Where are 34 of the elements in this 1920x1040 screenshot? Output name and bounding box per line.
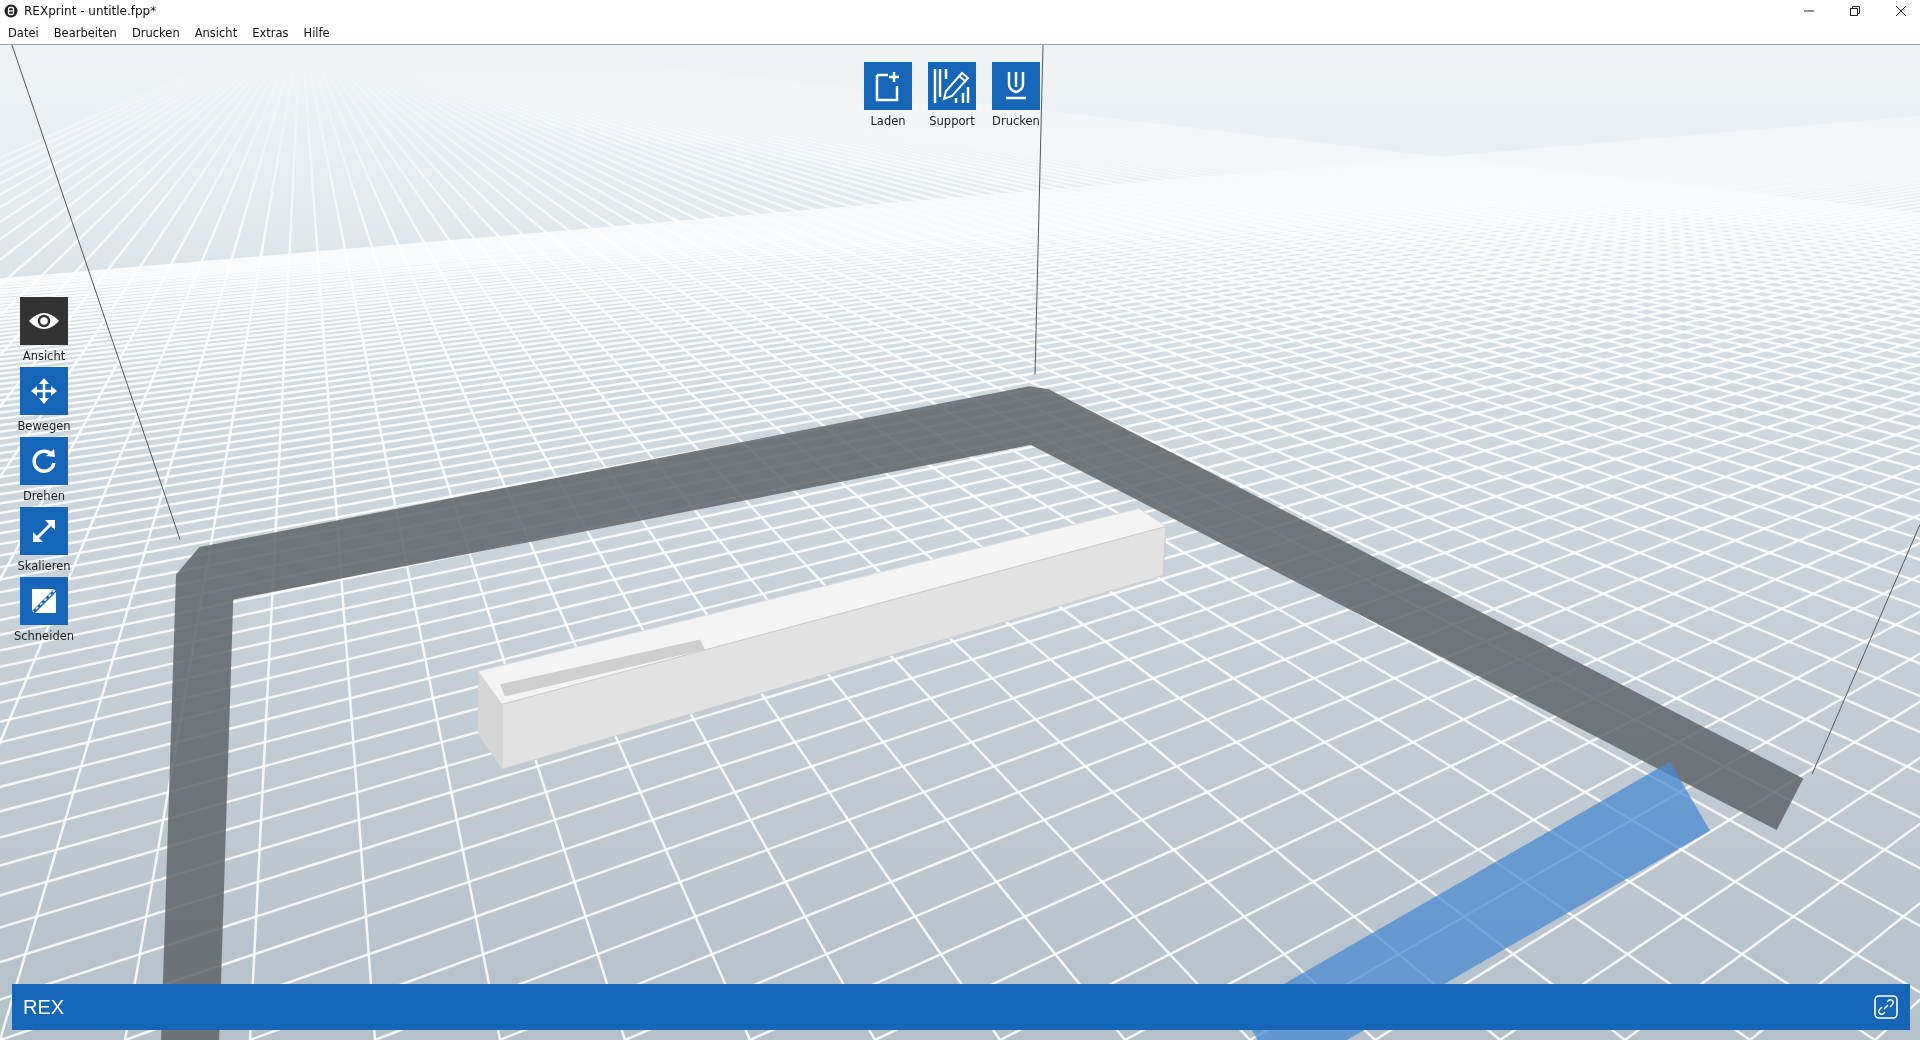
tool-button[interactable] [20,507,68,555]
menu-item[interactable]: Datei [8,26,39,40]
menu-item[interactable]: Extras [252,26,289,40]
diagonal-arrow-icon [30,517,58,545]
toolbar-button[interactable] [992,62,1040,110]
menu-item[interactable]: Ansicht [194,26,238,40]
tool-label: Drehen [22,489,66,503]
toolbar-button[interactable] [864,62,912,110]
tool-button[interactable] [20,577,68,625]
toolbar-label: Support [929,114,975,128]
menu-item[interactable]: Drucken [131,26,180,40]
menu-item[interactable]: Bearbeiten [53,26,117,40]
window-title: REXprint - untitle.fpp* [24,4,158,18]
toolbar-label: Laden [870,114,906,128]
tool-button[interactable] [20,367,68,415]
toolbar-button[interactable] [928,62,976,110]
cut-plane-icon [30,587,58,615]
menu-item[interactable]: Hilfe [303,26,330,40]
move-arrows-icon [30,377,58,405]
tool-button[interactable] [20,437,68,485]
tool-button[interactable] [20,297,68,345]
tool-label: Ansicht [22,349,66,363]
close-icon[interactable] [1896,6,1906,16]
app-logo-icon [4,4,18,18]
eye-icon [28,311,60,331]
tool-label: Schneiden [13,629,75,643]
tool-label: Bewegen [17,419,71,433]
tool-label: Skalieren [17,559,71,573]
unlink-icon[interactable] [1874,995,1898,1019]
status-text: REX [23,995,65,1019]
restore-icon[interactable] [1850,6,1860,16]
toolbar-label: Drucken [992,114,1040,128]
rotate-icon [30,447,58,475]
pencil-bars-icon [932,67,972,105]
